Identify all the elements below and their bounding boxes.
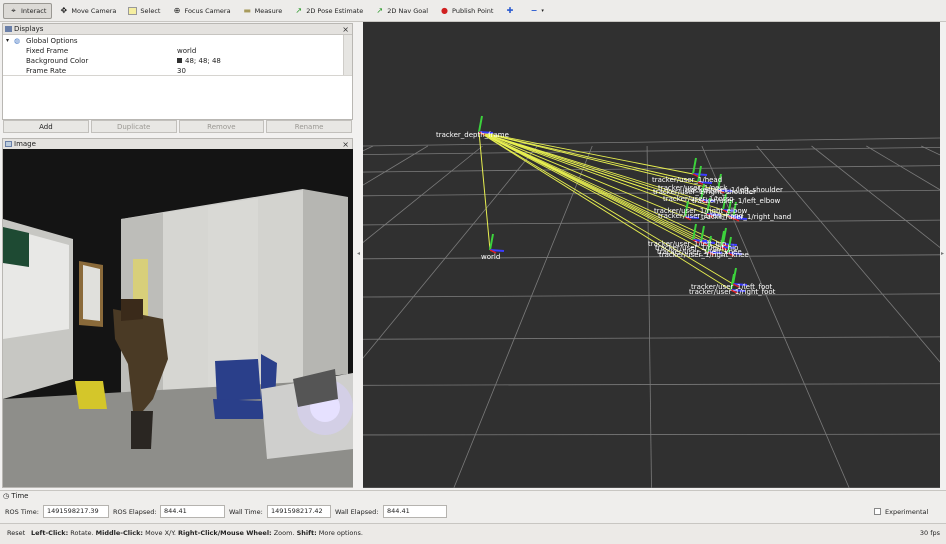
3d-viewport[interactable]: tracker_depth_frameworld tracker/user_1/h… <box>363 22 940 488</box>
frame-label: tracker/user_1/right_foot <box>689 288 776 296</box>
3d-scene[interactable]: tracker_depth_frameworld tracker/user_1/h… <box>363 22 940 488</box>
frame-label: world <box>481 253 500 261</box>
select-icon <box>128 6 138 15</box>
measure-tool[interactable]: ▬ Measure <box>238 3 288 19</box>
wall-elapsed-label: Wall Elapsed: <box>335 508 379 516</box>
displays-divider <box>3 75 352 76</box>
frame-label: tracker/user_1/right_hand <box>701 213 791 221</box>
chevron-down-icon: ▾ <box>541 7 544 14</box>
move-camera-tool[interactable]: ✥ Move Camera <box>54 3 121 19</box>
wall-elapsed-field[interactable]: 844.41 <box>383 505 447 518</box>
select-tool[interactable]: Select <box>123 3 165 19</box>
image-icon <box>5 141 12 147</box>
clock-icon: ◷ <box>3 492 10 500</box>
remove-tool-button[interactable]: − ▾ <box>524 3 549 19</box>
displays-icon <box>5 26 12 32</box>
fps-readout: 30 fps <box>919 529 940 537</box>
mouse-hint: Left-Click: Rotate. Middle-Click: Move X… <box>31 529 363 537</box>
wall-time-field[interactable]: 1491598217.42 <box>267 505 331 518</box>
rename-button[interactable]: Rename <box>266 120 352 133</box>
tree-row-fixed-frame[interactable]: Fixed Frame world <box>3 46 344 56</box>
experimental-label: Experimental <box>885 508 929 516</box>
ros-time-label: ROS Time: <box>5 508 39 516</box>
publish-point-icon: ● <box>441 6 449 15</box>
interact-icon: ⌖ <box>11 6 16 15</box>
viewport-right-handle-icon[interactable]: ▸ <box>941 250 944 257</box>
interact-tool[interactable]: ⌖ Interact <box>3 2 53 19</box>
pose-estimate-tool[interactable]: ↗ 2D Pose Estimate <box>289 3 368 19</box>
frame-label: tracker_depth_frame <box>436 131 509 139</box>
displays-panel: Displays × ▾ ◍ Global Options Fixed Fram… <box>2 23 353 120</box>
plus-icon: ✚ <box>506 6 514 15</box>
close-icon[interactable]: × <box>342 24 349 35</box>
add-button[interactable]: Add <box>3 120 89 133</box>
reset-button[interactable]: Reset <box>4 526 28 540</box>
frame-label: tracker/user_1/right_shoulder <box>653 188 756 196</box>
color-swatch <box>177 58 182 63</box>
nav-goal-icon: ↗ <box>376 6 384 15</box>
focus-camera-icon: ⊕ <box>173 6 181 15</box>
expand-arrow-icon[interactable]: ▾ <box>6 36 9 46</box>
camera-scene <box>3 149 353 487</box>
frame-label: tracker/user_1/left_elbow <box>692 197 781 205</box>
move-camera-icon: ✥ <box>60 6 68 15</box>
measure-icon: ▬ <box>243 6 251 15</box>
displays-scrollbar[interactable] <box>343 35 352 75</box>
duplicate-button[interactable]: Duplicate <box>90 120 177 133</box>
add-tool-button[interactable]: ✚ <box>500 3 522 19</box>
publish-point-tool[interactable]: ● Publish Point <box>435 3 498 19</box>
frame-label: tracker/user_1/head <box>652 176 722 184</box>
status-bar: Reset Left-Click: Rotate. Middle-Click: … <box>0 523 946 544</box>
displays-title-bar: Displays × <box>3 24 352 35</box>
ros-elapsed-field[interactable]: 844.41 <box>160 505 225 518</box>
toolbar: ⌖ Interact ✥ Move Camera Select ⊕ Focus Cam… <box>0 0 946 22</box>
nav-goal-tool[interactable]: ↗ 2D Nav Goal <box>370 3 433 19</box>
time-panel: ◷ Time ROS Time: 1491598217.39 ROS Elaps… <box>0 490 946 523</box>
tree-row-background-color[interactable]: Background Color 48; 48; 48 <box>3 56 344 66</box>
frame-label: tracker/user_1/right_knee <box>659 251 749 259</box>
remove-button[interactable]: Remove <box>178 120 265 133</box>
minus-icon: − <box>530 6 538 15</box>
camera-image <box>3 149 353 487</box>
viewport-background <box>363 22 940 488</box>
splitter-handle-icon[interactable]: ◂ <box>357 250 360 257</box>
displays-buttons: Add Duplicate Remove Rename <box>3 120 352 133</box>
tree-row-global-options[interactable]: ▾ ◍ Global Options <box>3 36 344 46</box>
time-title: ◷ Time <box>3 492 29 500</box>
wall-time-label: Wall Time: <box>229 508 263 516</box>
pose-estimate-icon: ↗ <box>295 6 303 15</box>
globe-icon: ◍ <box>14 37 21 45</box>
ros-time-field[interactable]: 1491598217.39 <box>43 505 109 518</box>
ros-elapsed-label: ROS Elapsed: <box>113 508 157 516</box>
experimental-checkbox[interactable] <box>874 508 881 515</box>
focus-camera-tool[interactable]: ⊕ Focus Camera <box>167 3 235 19</box>
